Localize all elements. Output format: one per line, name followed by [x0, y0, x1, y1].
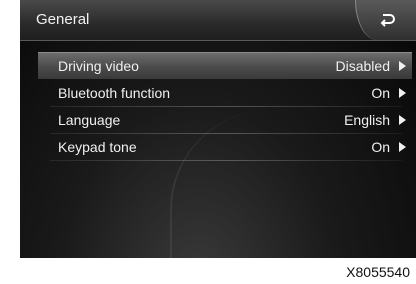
setting-item-driving-video[interactable]: Driving video Disabled [38, 52, 412, 79]
divider [50, 160, 402, 161]
setting-item-language[interactable]: Language English [38, 107, 412, 134]
arrow-right-icon [399, 142, 406, 152]
back-button[interactable] [355, 0, 416, 40]
header-bar: General [20, 0, 416, 41]
setting-value: On [371, 85, 390, 101]
arrow-right-icon [399, 61, 406, 71]
screen: General Driving video Disabled Bluetooth… [20, 0, 416, 258]
setting-item-keypad-tone[interactable]: Keypad tone On [38, 134, 412, 161]
setting-value: Disabled [335, 58, 390, 74]
back-arrow-icon [380, 14, 395, 27]
setting-label: Language [58, 112, 121, 128]
arrow-right-icon [399, 115, 406, 125]
setting-label: Driving video [58, 58, 139, 74]
setting-item-bluetooth-function[interactable]: Bluetooth function On [38, 80, 412, 107]
arrow-right-icon [399, 88, 406, 98]
setting-value: On [371, 139, 390, 155]
page-title: General [36, 11, 90, 28]
setting-value: English [344, 112, 390, 128]
figure-code: X8055540 [346, 264, 410, 280]
settings-list: Driving video Disabled Bluetooth functio… [38, 52, 412, 161]
setting-label: Keypad tone [58, 139, 137, 155]
setting-label: Bluetooth function [58, 85, 171, 101]
